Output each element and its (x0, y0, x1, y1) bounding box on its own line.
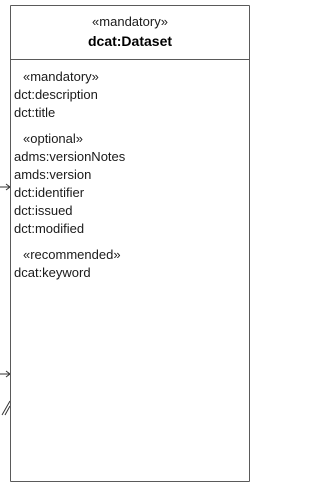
section-title: «recommended» (23, 247, 121, 262)
section-title: «optional» (23, 131, 83, 146)
attribute-item[interactable]: dct:issued (11, 202, 249, 220)
diagram-canvas: «mandatory» dcat:Dataset «mandatory» dct… (0, 0, 258, 493)
class-header: «mandatory» dcat:Dataset (11, 6, 249, 60)
connector-diagonal-line-icon[interactable] (0, 398, 10, 416)
attribute-compartment: «mandatory» dct:description dct:title «o… (11, 60, 249, 282)
section-title: «mandatory» (23, 69, 99, 84)
attribute-item[interactable]: dct:modified (11, 220, 249, 238)
connector-arrow-icon[interactable] (0, 369, 10, 379)
attribute-item[interactable]: dct:identifier (11, 184, 249, 202)
attribute-item[interactable]: adms:versionNotes (11, 148, 249, 166)
attribute-item[interactable]: dct:title (11, 104, 249, 122)
class-name: dcat:Dataset (87, 33, 173, 49)
attribute-item[interactable]: dcat:keyword (11, 264, 249, 282)
uml-class-dataset[interactable]: «mandatory» dcat:Dataset «mandatory» dct… (10, 5, 250, 482)
connector-arrow-icon[interactable] (0, 182, 10, 192)
class-stereotype: «mandatory» (92, 14, 168, 29)
section-optional: «optional» adms:versionNotes amds:versio… (11, 130, 249, 238)
attribute-item[interactable]: dct:description (11, 86, 249, 104)
section-mandatory: «mandatory» dct:description dct:title (11, 68, 249, 122)
attribute-item[interactable]: amds:version (11, 166, 249, 184)
section-recommended: «recommended» dcat:keyword (11, 246, 249, 282)
